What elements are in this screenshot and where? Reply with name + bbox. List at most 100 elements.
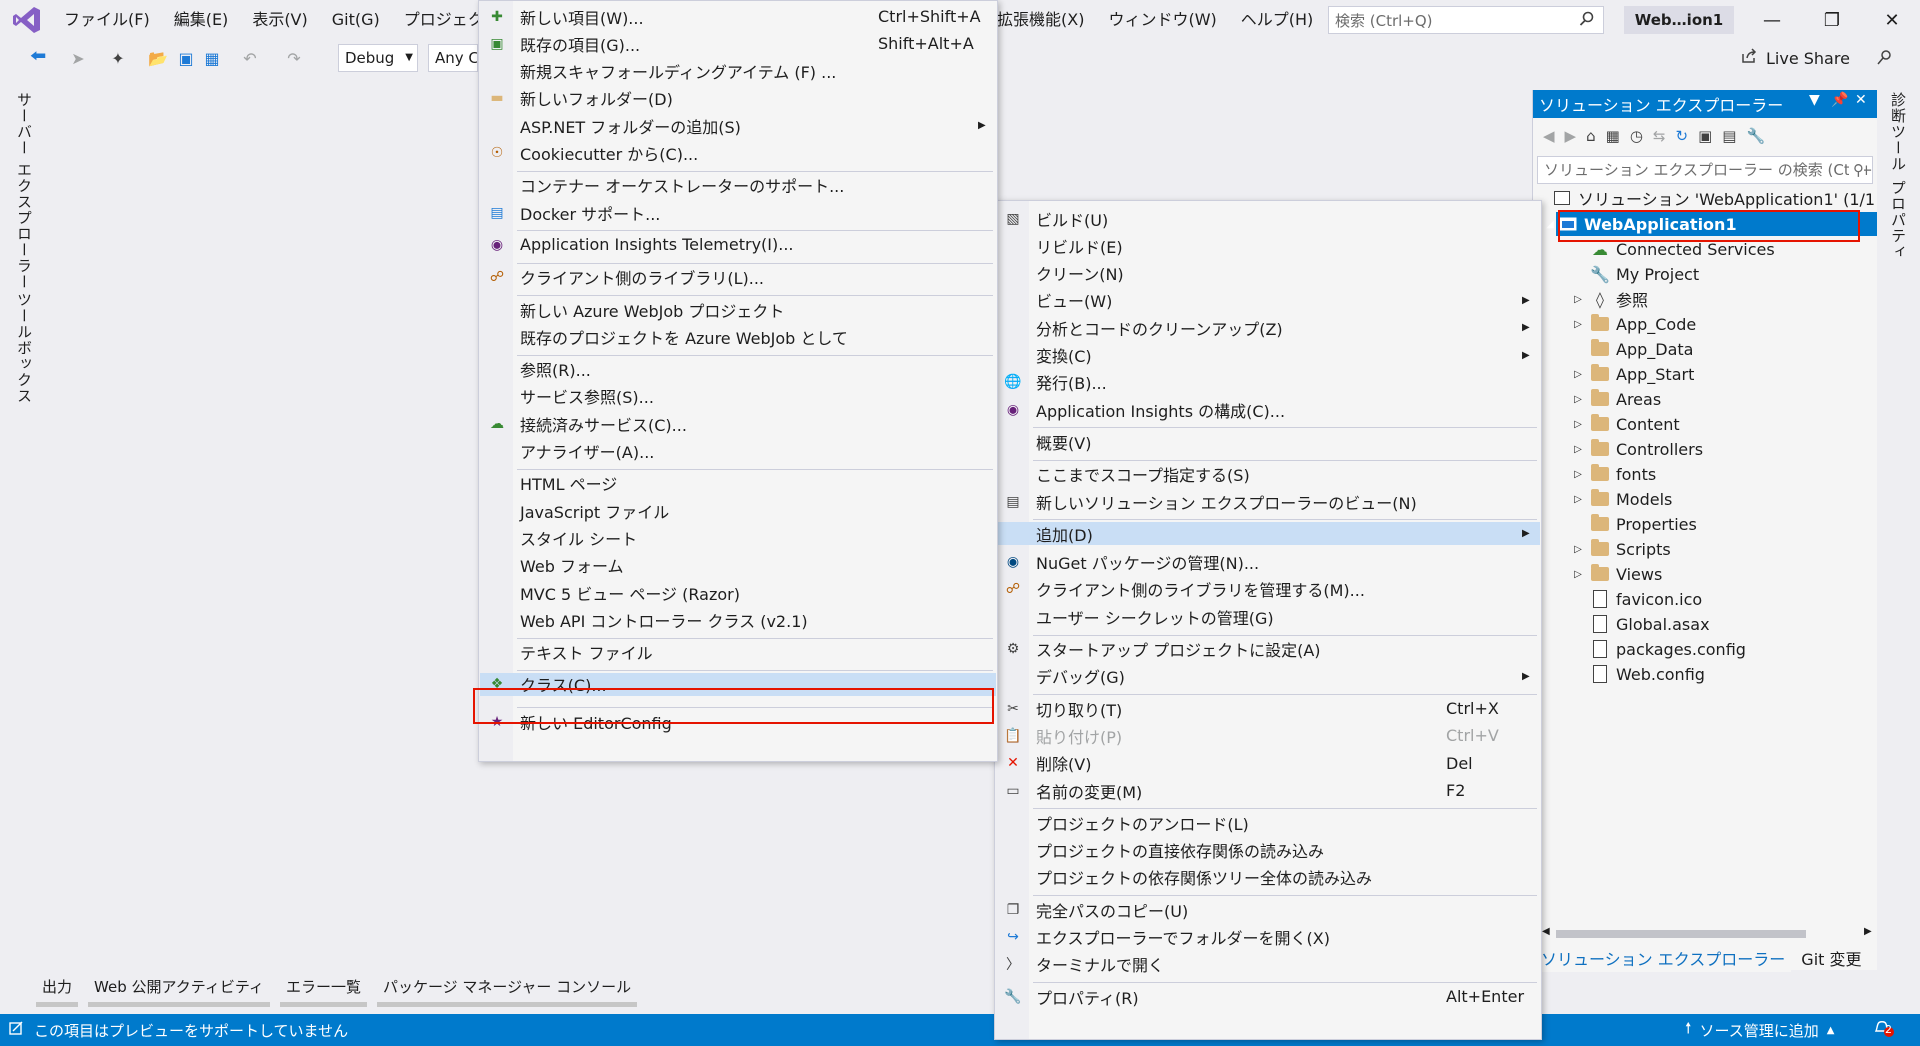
scroll-left-icon[interactable]: ◀ xyxy=(1542,926,1550,937)
menu-help[interactable]: ヘルプ(H) xyxy=(1229,0,1326,40)
tree-item[interactable]: favicon.ico xyxy=(1566,587,1702,611)
source-control-button[interactable]: 🠕 ソース管理に追加 ▲ xyxy=(1685,1018,1834,1043)
collapse-all-icon[interactable]: ▣ xyxy=(1698,127,1712,145)
expand-triangle-icon[interactable]: ▷ xyxy=(1566,469,1590,480)
project-menu-item-12[interactable]: ◉ NuGet パッケージの管理(N)... xyxy=(996,551,1540,574)
undo-icon[interactable]: ↶ xyxy=(240,48,260,68)
horizontal-scrollbar[interactable]: ◀ ▶ xyxy=(1542,926,1872,940)
save-all-icon[interactable]: ▦ xyxy=(202,48,222,68)
tree-item[interactable]: Web.config xyxy=(1566,662,1705,686)
project-menu-item-13[interactable]: ☍ クライアント側のライブラリを管理する(M)... xyxy=(996,578,1540,601)
home-icon[interactable]: ⌂ xyxy=(1586,127,1596,145)
pin-icon[interactable]: 📌 xyxy=(1831,92,1848,108)
add-menu-item-4[interactable]: ASP.NET フォルダーの追加(S) ▶ xyxy=(480,114,996,137)
back-arrow-icon[interactable]: 🠰 xyxy=(28,46,48,68)
tree-item[interactable]: Global.asax xyxy=(1566,612,1710,636)
wrench-icon[interactable]: 🔧 xyxy=(1746,127,1765,145)
menu-file[interactable]: ファイル(F) xyxy=(52,0,162,40)
add-menu-item-19[interactable]: Web フォーム xyxy=(480,554,996,577)
project-menu-item-7[interactable]: ◉ Application Insights の構成(C)... xyxy=(996,398,1540,421)
add-menu-item-3[interactable]: ▬ 新しいフォルダー(D) xyxy=(480,87,996,110)
project-menu-item-17[interactable]: ✂ 切り取り(T) Ctrl+X xyxy=(996,697,1540,720)
sync-icon[interactable]: ⇆ xyxy=(1653,127,1666,145)
add-menu-item-1[interactable]: ▣ 既存の項目(G)... Shift+Alt+A xyxy=(480,32,996,55)
add-menu-item-20[interactable]: MVC 5 ビュー ページ (Razor) xyxy=(480,581,996,604)
project-menu-item-14[interactable]: ユーザー シークレットの管理(G) xyxy=(996,605,1540,628)
project-menu-item-9[interactable]: ここまでスコープ指定する(S) xyxy=(996,463,1540,486)
tab-web-publish-activity[interactable]: Web 公開アクティビティ xyxy=(88,976,270,1007)
tree-item[interactable]: ▷ Models xyxy=(1566,487,1672,511)
restore-button[interactable]: ❐ xyxy=(1812,6,1852,34)
add-menu-item-14[interactable]: ☁ 接続済みサービス(C)... xyxy=(480,412,996,435)
menu-window[interactable]: ウィンドウ(W) xyxy=(1096,0,1228,40)
add-menu-item-18[interactable]: スタイル シート xyxy=(480,526,996,549)
diagnostic-tools-tab[interactable]: 診断ツール xyxy=(1888,92,1909,172)
configuration-select[interactable]: Debug ▼ xyxy=(338,44,418,72)
project-menu-item-5[interactable]: 変換(C) ▶ xyxy=(996,344,1540,367)
project-menu-item-23[interactable]: プロジェクトの依存関係ツリー全体の読み込み xyxy=(996,866,1540,889)
tree-item[interactable]: ▷ Content xyxy=(1566,412,1680,436)
feedback-icon[interactable] xyxy=(1874,48,1894,68)
tab-git-changes[interactable]: Git 変更 xyxy=(1791,944,1871,972)
expand-triangle-icon[interactable]: ▷ xyxy=(1566,544,1590,555)
tab-error-list[interactable]: エラー一覧 xyxy=(279,976,367,1007)
add-menu-item-5[interactable]: ☉ Cookiecutter から(C)... xyxy=(480,142,996,165)
live-share-button[interactable]: Live Share xyxy=(1740,40,1850,76)
tree-item[interactable]: ▷ ◊ 参照 xyxy=(1566,287,1648,311)
project-menu-item-4[interactable]: 分析とコードのクリーンアップ(Z) ▶ xyxy=(996,316,1540,339)
project-menu-item-2[interactable]: クリーン(N) xyxy=(996,262,1540,285)
tree-item[interactable]: ☁ Connected Services xyxy=(1566,237,1775,261)
tree-item[interactable]: App_Data xyxy=(1566,337,1693,361)
project-menu-item-21[interactable]: プロジェクトのアンロード(L) xyxy=(996,811,1540,834)
tab-output[interactable]: 出力 xyxy=(36,976,79,1007)
project-menu-item-6[interactable]: 🌐 発行(B)... xyxy=(996,371,1540,394)
tab-package-manager-console[interactable]: パッケージ マネージャー コンソール xyxy=(376,976,638,1007)
project-menu-item-1[interactable]: リビルド(E) xyxy=(996,234,1540,257)
forward-arrow-icon[interactable]: ➤ xyxy=(68,48,88,68)
tree-item[interactable]: ▷ Areas xyxy=(1566,387,1661,411)
scrollbar-thumb[interactable] xyxy=(1556,930,1806,938)
add-menu-item-21[interactable]: Web API コントローラー クラス (v2.1) xyxy=(480,608,996,631)
expand-triangle-icon[interactable]: ▷ xyxy=(1566,494,1590,505)
add-menu-item-2[interactable]: 新規スキャフォールディングアイテム (F) ... xyxy=(480,60,996,83)
notification-bell-icon[interactable] xyxy=(1872,1017,1896,1043)
add-menu-item-22[interactable]: テキスト ファイル xyxy=(480,641,996,664)
save-icon[interactable]: ▣ xyxy=(176,48,196,68)
tab-solution-explorer[interactable]: ソリューション エクスプローラー xyxy=(1535,944,1792,972)
redo-icon[interactable]: ↷ xyxy=(284,48,304,68)
tree-item[interactable]: 🔧 My Project xyxy=(1566,262,1699,286)
tree-item[interactable]: ▷ Scripts xyxy=(1566,537,1671,561)
add-menu-item-12[interactable]: 参照(R)... xyxy=(480,358,996,381)
menu-extensions[interactable]: 拡張機能(X) xyxy=(985,0,1096,40)
add-menu-item-8[interactable]: ◉ Application Insights Telemetry(I)... xyxy=(480,233,996,256)
toolbox-tab[interactable]: ツールボックス xyxy=(14,292,35,404)
expand-triangle-icon[interactable]: ▷ xyxy=(1566,319,1590,330)
add-menu-item-10[interactable]: 新しい Azure WebJob プロジェクト xyxy=(480,298,996,321)
project-menu-item-22[interactable]: プロジェクトの直接依存関係の読み込み xyxy=(996,839,1540,862)
project-menu-item-11[interactable]: 追加(D) ▶ xyxy=(996,522,1540,546)
project-menu-item-0[interactable]: ▧ ビルド(U) xyxy=(996,207,1540,230)
project-menu-item-16[interactable]: デバッグ(G) ▶ xyxy=(996,665,1540,688)
project-menu-item-20[interactable]: ▭ 名前の変更(M) F2 xyxy=(996,779,1540,802)
add-menu-item-11[interactable]: 既存のプロジェクトを Azure WebJob として xyxy=(480,325,996,348)
project-menu-item-26[interactable]: 〉 ターミナルで開く xyxy=(996,953,1540,976)
add-menu-item-13[interactable]: サービス参照(S)... xyxy=(480,385,996,408)
chevron-down-icon[interactable]: ▼ xyxy=(1809,92,1820,108)
tree-item[interactable]: ▷ fonts xyxy=(1566,462,1656,486)
new-project-icon[interactable]: ✦ xyxy=(108,48,128,68)
tree-solution-node[interactable]: ソリューション 'WebApplication1' (1/1 プロジェクト) xyxy=(1552,186,1878,210)
tree-item[interactable]: Properties xyxy=(1566,512,1697,536)
add-menu-item-0[interactable]: ✚ 新しい項目(W)... Ctrl+Shift+A xyxy=(480,5,996,28)
menu-git[interactable]: Git(G) xyxy=(320,0,392,40)
history-icon[interactable]: ◷ xyxy=(1630,127,1643,145)
tree-item[interactable]: packages.config xyxy=(1566,637,1746,661)
add-menu-item-9[interactable]: ☍ クライアント側のライブラリ(L)... xyxy=(480,266,996,289)
project-menu-item-3[interactable]: ビュー(W) ▶ xyxy=(996,289,1540,312)
project-menu-item-24[interactable]: ❐ 完全パスのコピー(U) xyxy=(996,898,1540,921)
platform-select[interactable]: Any Cl xyxy=(428,44,478,72)
project-menu-item-19[interactable]: ✕ 削除(V) Del xyxy=(996,752,1540,775)
menu-edit[interactable]: 編集(E) xyxy=(162,0,241,40)
scroll-right-icon[interactable]: ▶ xyxy=(1864,926,1872,937)
add-menu-item-16[interactable]: HTML ページ xyxy=(480,472,996,495)
project-menu-item-10[interactable]: ▤ 新しいソリューション エクスプローラーのビュー(N) xyxy=(996,490,1540,513)
